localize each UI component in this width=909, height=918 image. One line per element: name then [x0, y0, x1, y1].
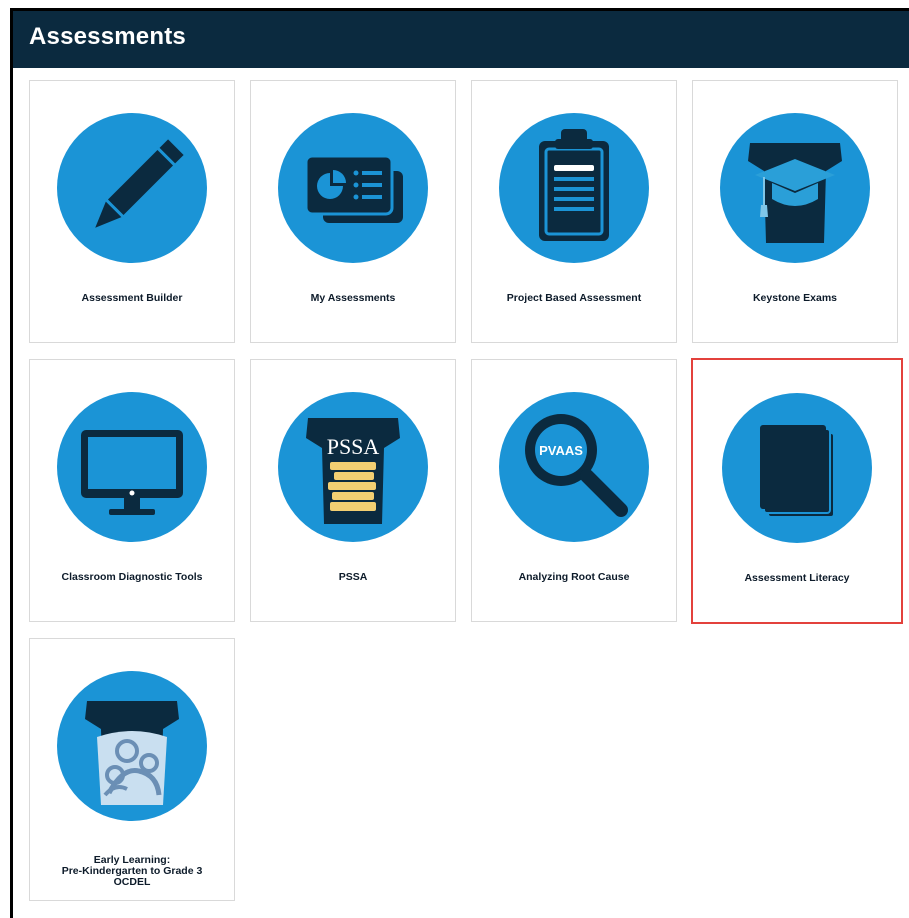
tile-label-line: OCDEL — [113, 876, 151, 888]
tile-label: Project Based Assessment — [506, 292, 642, 304]
ocdel-keystone-family-icon — [57, 671, 207, 821]
clipboard-icon — [499, 113, 649, 263]
tile-classroom-diagnostic-tools[interactable]: Classroom Diagnostic Tools — [29, 359, 235, 622]
presentation-cards-icon — [278, 113, 428, 263]
tile-assessment-builder[interactable]: Assessment Builder — [29, 80, 235, 343]
monitor-icon — [57, 392, 207, 542]
page-header: Assessments — [13, 11, 909, 68]
svg-text:PSSA: PSSA — [327, 434, 380, 459]
pssa-keystone-books-icon: PSSA — [278, 392, 428, 542]
page-title: Assessments — [29, 23, 186, 50]
pvaas-magnifier-icon: PVAAS — [499, 392, 649, 542]
pencil-icon — [57, 113, 207, 263]
tile-early-learning[interactable]: Early Learning: Pre-Kindergarten to Grad… — [29, 638, 235, 901]
tile-analyzing-root-cause[interactable]: PVAAS Analyzing Root Cause — [471, 359, 677, 622]
books-stack-icon — [722, 393, 872, 543]
tile-label: My Assessments — [310, 292, 396, 304]
tile-label: Assessment Builder — [81, 292, 183, 304]
tile-keystone-exams[interactable]: Keystone Exams — [692, 80, 898, 343]
tile-my-assessments[interactable]: My Assessments — [250, 80, 456, 343]
tile-label: Assessment Literacy — [744, 572, 850, 584]
tile-label: Keystone Exams — [752, 292, 838, 304]
tile-label: Analyzing Root Cause — [518, 571, 630, 583]
svg-text:PVAAS: PVAAS — [539, 443, 583, 458]
tile-label-multiline: Early Learning: Pre-Kindergarten to Grad… — [30, 855, 234, 888]
tile-label: PSSA — [338, 571, 368, 583]
tile-label: Classroom Diagnostic Tools — [61, 571, 203, 583]
tile-assessment-literacy[interactable]: Assessment Literacy — [691, 358, 903, 624]
keystone-graduation-cap-icon — [720, 113, 870, 263]
tile-pssa[interactable]: PSSA PSSA — [250, 359, 456, 622]
tile-project-based-assessment[interactable]: Project Based Assessment — [471, 80, 677, 343]
